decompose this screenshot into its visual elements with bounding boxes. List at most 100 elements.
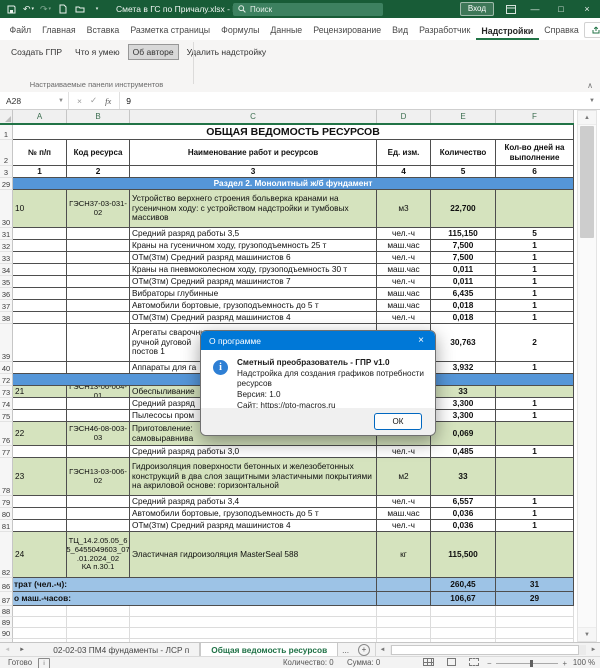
cell-F90[interactable]: [496, 628, 574, 639]
cell-C90[interactable]: [130, 628, 377, 639]
cell-E76[interactable]: 0,069: [431, 422, 496, 446]
row-header-40[interactable]: 40: [0, 362, 13, 374]
cell-C3[interactable]: 3: [130, 166, 377, 178]
cell-A39[interactable]: [13, 324, 67, 362]
cell-C79[interactable]: Средний разряд работы 3,4: [130, 496, 377, 508]
cell-F3[interactable]: 6: [496, 166, 574, 178]
cell-F89[interactable]: [496, 617, 574, 628]
row-header-88[interactable]: 88: [0, 606, 13, 617]
cell-F75[interactable]: 1: [496, 410, 574, 422]
menu-tab-рецензирование[interactable]: Рецензирование: [308, 21, 387, 40]
cell-B3[interactable]: 2: [67, 166, 130, 178]
cell-E89[interactable]: [431, 617, 496, 628]
cell-E39[interactable]: 30,763: [431, 324, 496, 362]
cell-E33[interactable]: 7,500: [431, 252, 496, 264]
ribbon-button[interactable]: Об авторе: [128, 44, 179, 60]
cell-F82[interactable]: [496, 532, 574, 578]
row-header-90[interactable]: 90: [0, 628, 13, 639]
cell-B73[interactable]: ГЭСН13-06-004-01: [67, 386, 130, 398]
cell-D89[interactable]: [377, 617, 431, 628]
cell-E75[interactable]: 3,300: [431, 410, 496, 422]
cell-F81[interactable]: 1: [496, 520, 574, 532]
cell-D87[interactable]: [377, 592, 431, 606]
row-header-33[interactable]: 33: [0, 252, 13, 264]
select-all-corner[interactable]: [0, 110, 13, 123]
cell-D79[interactable]: чел.-ч: [377, 496, 431, 508]
cell-A77[interactable]: [13, 446, 67, 458]
cell-A33[interactable]: [13, 252, 67, 264]
qat-customize-icon[interactable]: ▾: [90, 3, 103, 15]
cell-C35[interactable]: ОТм(3тм) Средний разряд машинистов 7: [130, 276, 377, 288]
menu-tab-надстройки[interactable]: Надстройки: [476, 22, 539, 41]
cell-F77[interactable]: 1: [496, 446, 574, 458]
cell-F39[interactable]: 2: [496, 324, 574, 362]
cell-merged-29[interactable]: Раздел 2. Монолитный ж/б фундамент: [13, 178, 574, 190]
cell-E37[interactable]: 0,018: [431, 300, 496, 312]
menu-tab-разработчик[interactable]: Разработчик: [414, 21, 476, 40]
cell-E30[interactable]: 22,700: [431, 190, 496, 228]
cell-F88[interactable]: [496, 606, 574, 617]
cell-E77[interactable]: 0,485: [431, 446, 496, 458]
cell-D30[interactable]: м3: [377, 190, 431, 228]
cell-B36[interactable]: [67, 288, 130, 300]
maximize-button[interactable]: □: [548, 0, 574, 18]
cell-B79[interactable]: [67, 496, 130, 508]
cell-F32[interactable]: 1: [496, 240, 574, 252]
cell-A74[interactable]: [13, 398, 67, 410]
cell-B74[interactable]: [67, 398, 130, 410]
cell-E78[interactable]: 33: [431, 458, 496, 496]
formula-cancel-icon[interactable]: ×: [77, 96, 82, 106]
row-header-76[interactable]: 76: [0, 422, 13, 446]
cell-B39[interactable]: [67, 324, 130, 362]
cell-E79[interactable]: 6,557: [431, 496, 496, 508]
more-sheets-button[interactable]: ...: [338, 643, 353, 656]
cell-A31[interactable]: [13, 228, 67, 240]
cell-E82[interactable]: 115,500: [431, 532, 496, 578]
formula-input[interactable]: 9: [120, 92, 584, 109]
cell-F36[interactable]: 1: [496, 288, 574, 300]
cell-B90[interactable]: [67, 628, 130, 639]
row-header-38[interactable]: 38: [0, 312, 13, 324]
sheet-tab[interactable]: Общая ведомость ресурсов: [200, 643, 338, 656]
cell-B75[interactable]: [67, 410, 130, 422]
cell-A34[interactable]: [13, 264, 67, 276]
new-file-icon[interactable]: [56, 3, 69, 15]
scroll-right-icon[interactable]: ►: [587, 647, 600, 653]
cell-F86[interactable]: 31: [496, 578, 574, 592]
cell-F31[interactable]: 5: [496, 228, 574, 240]
cell-C88[interactable]: [130, 606, 377, 617]
add-sheet-button[interactable]: +: [358, 644, 370, 656]
page-layout-view-icon[interactable]: [447, 658, 456, 666]
cell-C77[interactable]: Средний разряд работы 3,0: [130, 446, 377, 458]
cell-E32[interactable]: 7,500: [431, 240, 496, 252]
accessibility-icon[interactable]: i: [38, 658, 50, 668]
cell-E88[interactable]: [431, 606, 496, 617]
cell-C81[interactable]: ОТм(3тм) Средний разряд машинистов 4: [130, 520, 377, 532]
cell-A89[interactable]: [13, 617, 67, 628]
row-header-3[interactable]: 3: [0, 166, 13, 178]
ribbon-button[interactable]: Создать ГПР: [6, 44, 67, 60]
cell-A2[interactable]: № п/п: [13, 140, 67, 166]
cell-D2[interactable]: Ед. изм.: [377, 140, 431, 166]
cell-A76[interactable]: 22: [13, 422, 67, 446]
cell-C82[interactable]: Эластичная гидроизоляция MasterSeal 588: [130, 532, 377, 578]
row-header-80[interactable]: 80: [0, 508, 13, 520]
cell-B34[interactable]: [67, 264, 130, 276]
vertical-scrollbar[interactable]: ▲ ▼: [577, 110, 597, 642]
row-header-34[interactable]: 34: [0, 264, 13, 276]
cell-E36[interactable]: 6,435: [431, 288, 496, 300]
cell-B77[interactable]: [67, 446, 130, 458]
ok-button[interactable]: ОК: [374, 413, 422, 430]
cell-B80[interactable]: [67, 508, 130, 520]
name-box[interactable]: A28 ▼: [0, 92, 69, 109]
total-label-86[interactable]: трат (чел.-ч):: [13, 578, 377, 592]
cell-D33[interactable]: чел.-ч: [377, 252, 431, 264]
insert-function-icon[interactable]: fx: [105, 96, 111, 106]
zoom-in-icon[interactable]: +: [562, 659, 567, 668]
cell-F37[interactable]: 1: [496, 300, 574, 312]
cell-B37[interactable]: [67, 300, 130, 312]
row-header-37[interactable]: 37: [0, 300, 13, 312]
cell-A35[interactable]: [13, 276, 67, 288]
cell-D90[interactable]: [377, 628, 431, 639]
menu-tab-файл[interactable]: Файл: [4, 21, 37, 40]
